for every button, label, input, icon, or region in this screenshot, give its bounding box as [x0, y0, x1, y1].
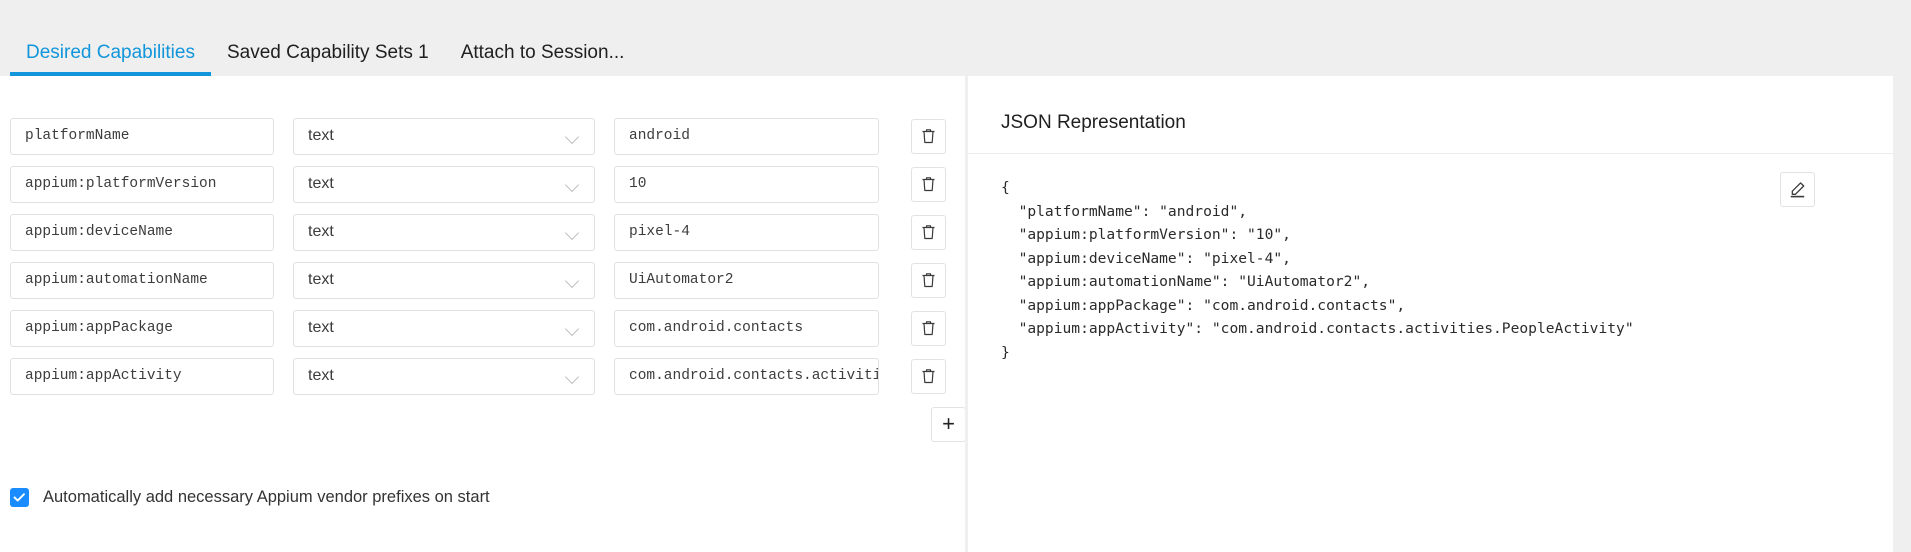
- trash-icon: [922, 369, 935, 384]
- capability-type-select[interactable]: text: [293, 309, 595, 347]
- json-content: { "platformName": "android", "appium:pla…: [1001, 179, 1634, 361]
- capability-type-select[interactable]: text: [293, 165, 595, 203]
- capability-name-input[interactable]: appium:automationName: [10, 261, 274, 299]
- capability-type-select[interactable]: text: [293, 357, 595, 395]
- add-capability-button[interactable]: +: [931, 406, 966, 442]
- tab-attach-to-session[interactable]: Attach to Session...: [445, 43, 641, 76]
- capability-row: appium:deviceName text pixel-4: [10, 208, 966, 256]
- capability-type-value: text: [308, 367, 334, 384]
- capability-type-value: text: [308, 127, 334, 144]
- capabilities-panel: platformName text android appium:platfor…: [0, 76, 966, 552]
- tab-bar: Desired Capabilities Saved Capability Se…: [0, 0, 1911, 76]
- chevron-down-icon: [565, 321, 580, 336]
- trash-icon: [922, 225, 935, 240]
- vendor-prefix-checkbox-row[interactable]: Automatically add necessary Appium vendo…: [10, 488, 490, 507]
- chevron-down-icon: [565, 177, 580, 192]
- capability-row: appium:appPackage text com.android.conta…: [10, 304, 966, 352]
- capability-type-select[interactable]: text: [293, 261, 595, 299]
- json-representation-area: JSON Representation { "platformName": "a…: [968, 76, 1911, 552]
- capability-name-input[interactable]: appium:platformVersion: [10, 165, 274, 203]
- capability-value-input[interactable]: com.android.contacts.activities.PeopleAc…: [614, 357, 879, 395]
- capability-name-input[interactable]: appium:deviceName: [10, 213, 274, 251]
- check-icon: [13, 493, 25, 502]
- capability-name-input[interactable]: appium:appActivity: [10, 357, 274, 395]
- capability-name-input[interactable]: platformName: [10, 117, 274, 155]
- capability-rows: platformName text android appium:platfor…: [10, 112, 966, 448]
- capability-row: appium:automationName text UiAutomator2: [10, 256, 966, 304]
- trash-icon: [922, 129, 935, 144]
- capability-type-value: text: [308, 319, 334, 336]
- chevron-down-icon: [565, 129, 580, 144]
- delete-capability-button[interactable]: [911, 310, 946, 346]
- capability-row: platformName text android: [10, 112, 966, 160]
- edit-icon: [1790, 182, 1805, 198]
- tab-desired-capabilities[interactable]: Desired Capabilities: [10, 43, 211, 76]
- trash-icon: [922, 177, 935, 192]
- chevron-down-icon: [565, 273, 580, 288]
- capability-value-input[interactable]: android: [614, 117, 879, 155]
- json-panel-divider: [968, 153, 1893, 154]
- edit-json-button[interactable]: [1780, 172, 1815, 207]
- capability-type-select[interactable]: text: [293, 117, 595, 155]
- delete-capability-button[interactable]: [911, 118, 946, 154]
- delete-capability-button[interactable]: [911, 358, 946, 394]
- chevron-down-icon: [565, 225, 580, 240]
- capability-type-value: text: [308, 223, 334, 240]
- capability-row: appium:platformVersion text 10: [10, 160, 966, 208]
- add-capability-row: +: [10, 400, 966, 448]
- capability-type-select[interactable]: text: [293, 213, 595, 251]
- capability-value-input[interactable]: pixel-4: [614, 213, 879, 251]
- delete-capability-button[interactable]: [911, 214, 946, 250]
- capability-type-value: text: [308, 175, 334, 192]
- capability-value-input[interactable]: 10: [614, 165, 879, 203]
- chevron-down-icon: [565, 369, 580, 384]
- capability-row: appium:appActivity text com.android.cont…: [10, 352, 966, 400]
- capability-name-input[interactable]: appium:appPackage: [10, 309, 274, 347]
- trash-icon: [922, 273, 935, 288]
- capability-type-value: text: [308, 271, 334, 288]
- capability-value-input[interactable]: UiAutomator2: [614, 261, 879, 299]
- delete-capability-button[interactable]: [911, 262, 946, 298]
- delete-capability-button[interactable]: [911, 166, 946, 202]
- capability-value-input[interactable]: com.android.contacts: [614, 309, 879, 347]
- json-panel-title: JSON Representation: [1001, 112, 1186, 133]
- vendor-prefix-label: Automatically add necessary Appium vendo…: [43, 488, 490, 506]
- vendor-prefix-checkbox[interactable]: [10, 488, 29, 507]
- tab-saved-capability-sets[interactable]: Saved Capability Sets 1: [211, 43, 445, 76]
- trash-icon: [922, 321, 935, 336]
- json-representation-card: JSON Representation { "platformName": "a…: [968, 76, 1893, 552]
